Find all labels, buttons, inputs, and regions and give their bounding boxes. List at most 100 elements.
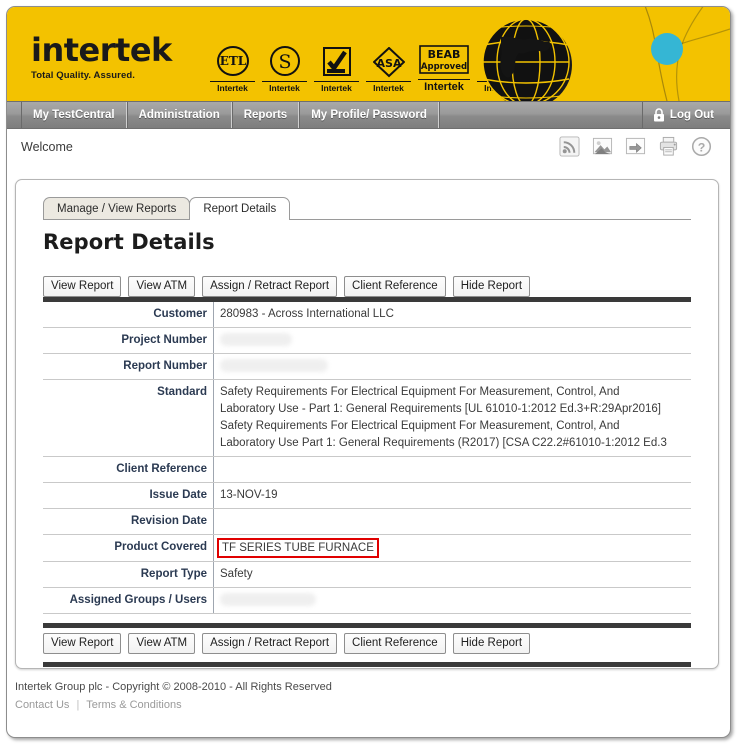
rss-feed-icon[interactable]: [559, 136, 580, 157]
svg-text:Approved: Approved: [421, 62, 467, 72]
table-row: Customer 280983 - Across International L…: [43, 302, 691, 328]
logout-label: Log Out: [670, 109, 714, 121]
svg-text:ETL: ETL: [219, 54, 246, 68]
brand-banner: intertek Total Quality. Assured. ETL Int…: [7, 7, 730, 101]
tab-manage-view-reports[interactable]: Manage / View Reports: [43, 197, 190, 220]
lock-icon: [653, 108, 665, 122]
table-row: Assigned Groups / Users: [43, 588, 691, 614]
view-atm-button-bottom[interactable]: View ATM: [128, 633, 195, 654]
value-client-reference: [214, 457, 692, 483]
nav-item-my-profile-password[interactable]: My Profile/ Password: [299, 102, 439, 128]
tab-underline: [43, 219, 691, 220]
logout-button[interactable]: Log Out: [642, 102, 730, 128]
assign-retract-report-button-top[interactable]: Assign / Retract Report: [202, 276, 337, 297]
certification-mark-quality-check: Intertek: [314, 45, 359, 93]
image-icon[interactable]: [592, 136, 613, 157]
hide-report-button-bottom[interactable]: Hide Report: [453, 633, 530, 654]
s-circle-icon: S: [262, 45, 307, 79]
main-navigation: My TestCentral Administration Reports My…: [7, 101, 730, 129]
label-report-number: Report Number: [43, 354, 214, 380]
value-assigned-groups-users: [214, 588, 692, 614]
page-footer: Intertek Group plc - Copyright © 2008-20…: [15, 679, 715, 713]
label-product-covered: Product Covered: [43, 535, 214, 562]
footer-separator: |: [76, 699, 79, 711]
mark-label: Intertek: [314, 81, 359, 93]
table-row: Issue Date 13-NOV-19: [43, 483, 691, 509]
mark-label: Intertek: [418, 79, 470, 93]
label-project-number: Project Number: [43, 328, 214, 354]
tab-bar: Manage / View Reports Report Details: [43, 197, 290, 220]
mark-label: Intertek: [262, 81, 307, 93]
certification-marks: ETL Intertek S Intertek: [210, 43, 522, 93]
toolbar-icons: ?: [559, 136, 712, 157]
logo-wordmark: intertek: [31, 33, 221, 67]
footer-links: Contact Us | Terms & Conditions: [15, 698, 715, 713]
standard-line: Safety Requirements For Electrical Equip…: [220, 384, 685, 401]
assign-retract-report-button-bottom[interactable]: Assign / Retract Report: [202, 633, 337, 654]
label-revision-date: Revision Date: [43, 509, 214, 535]
contact-us-link[interactable]: Contact Us: [15, 699, 69, 711]
export-icon[interactable]: [625, 136, 646, 157]
globe-icon: [477, 15, 581, 101]
client-reference-button-top[interactable]: Client Reference: [344, 276, 446, 297]
standard-line: Laboratory Use - Part 1: General Require…: [220, 401, 685, 418]
nav-left-spacer: [7, 102, 21, 128]
svg-text:S: S: [278, 51, 291, 73]
redacted-value: [220, 333, 292, 346]
tab-report-details[interactable]: Report Details: [189, 197, 290, 220]
value-revision-date: [214, 509, 692, 535]
certification-mark-s: S Intertek: [262, 45, 307, 93]
application-window: intertek Total Quality. Assured. ETL Int…: [6, 6, 731, 738]
svg-text:BEAB: BEAB: [428, 48, 461, 61]
client-reference-button-bottom[interactable]: Client Reference: [344, 633, 446, 654]
label-client-reference: Client Reference: [43, 457, 214, 483]
label-issue-date: Issue Date: [43, 483, 214, 509]
standard-line: Laboratory Use Part 1: General Requireme…: [220, 435, 685, 452]
value-product-covered-cell: TF SERIES TUBE FURNACE: [214, 535, 692, 562]
intertek-logo: intertek Total Quality. Assured.: [31, 33, 221, 81]
report-details-panel: Manage / View Reports Report Details Rep…: [15, 179, 719, 669]
nav-filler: [439, 102, 642, 128]
action-buttons-top: View Report View ATM Assign / Retract Re…: [43, 276, 530, 297]
table-row: Project Number: [43, 328, 691, 354]
table-row: Standard Safety Requirements For Electri…: [43, 380, 691, 457]
table-bottom-rule: [43, 623, 691, 628]
value-standard: Safety Requirements For Electrical Equip…: [214, 380, 692, 457]
terms-conditions-link[interactable]: Terms & Conditions: [86, 699, 181, 711]
certification-mark-etl: ETL Intertek: [210, 45, 255, 93]
label-report-type: Report Type: [43, 562, 214, 588]
svg-text:ASA: ASA: [376, 57, 401, 70]
table-row: Revision Date: [43, 509, 691, 535]
nav-item-administration[interactable]: Administration: [127, 102, 232, 128]
checkmark-icon: [314, 45, 359, 79]
report-details-table: Customer 280983 - Across International L…: [43, 302, 691, 614]
help-icon[interactable]: ?: [691, 136, 712, 157]
value-issue-date: 13-NOV-19: [214, 483, 692, 509]
value-report-type: Safety: [214, 562, 692, 588]
table-row: Product Covered TF SERIES TUBE FURNACE: [43, 535, 691, 562]
table-row: Report Type Safety: [43, 562, 691, 588]
mark-label: Intertek: [210, 81, 255, 93]
value-product-covered: TF SERIES TUBE FURNACE: [217, 538, 379, 558]
table-row: Client Reference: [43, 457, 691, 483]
welcome-text: Welcome: [21, 140, 73, 154]
certification-mark-asa: ASA Intertek: [366, 45, 411, 93]
asa-diamond-icon: ASA: [366, 45, 411, 79]
redacted-value: [220, 359, 328, 372]
print-icon[interactable]: [658, 136, 679, 157]
action-buttons-bottom: View Report View ATM Assign / Retract Re…: [43, 633, 530, 654]
etl-icon: ETL: [210, 45, 255, 79]
label-standard: Standard: [43, 380, 214, 457]
view-report-button-bottom[interactable]: View Report: [43, 633, 121, 654]
value-report-number: [214, 354, 692, 380]
footer-copyright: Intertek Group plc - Copyright © 2008-20…: [15, 679, 715, 695]
table-row: Report Number: [43, 354, 691, 380]
value-customer: 280983 - Across International LLC: [214, 302, 692, 328]
view-atm-button-top[interactable]: View ATM: [128, 276, 195, 297]
nav-item-my-testcentral[interactable]: My TestCentral: [21, 102, 127, 128]
view-report-button-top[interactable]: View Report: [43, 276, 121, 297]
nav-item-reports[interactable]: Reports: [232, 102, 299, 128]
logo-tagline: Total Quality. Assured.: [31, 70, 221, 81]
welcome-bar: Welcome: [7, 129, 730, 165]
hide-report-button-top[interactable]: Hide Report: [453, 276, 530, 297]
